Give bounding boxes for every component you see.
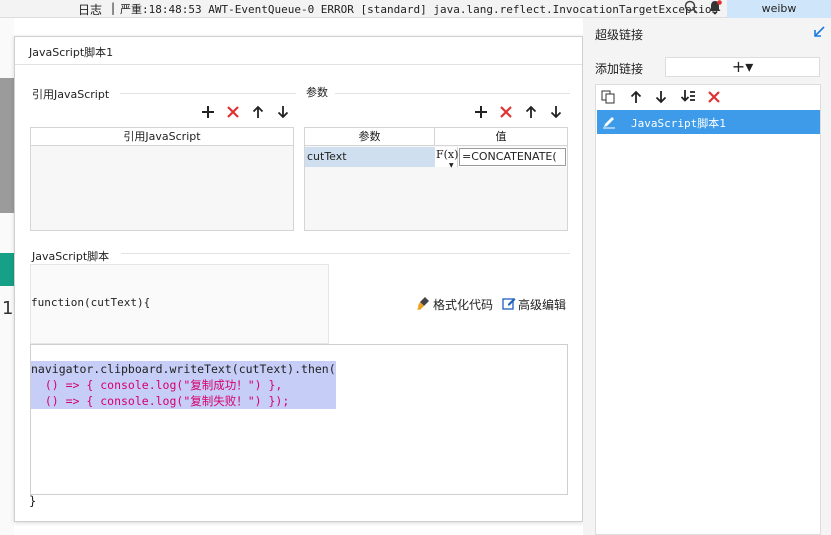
script-section-label: JavaScript脚本 — [32, 250, 110, 263]
delete-icon[interactable] — [225, 105, 241, 121]
format-code-button[interactable]: 格式化代码 — [433, 296, 493, 313]
params-col-name[interactable]: 参数 — [305, 128, 435, 146]
separator: | — [111, 1, 116, 15]
params-section-label: 参数 — [306, 86, 328, 99]
list-move-down-icon[interactable] — [654, 90, 668, 107]
code-line-2: () => { console.log("复制成功！") }, — [31, 377, 336, 393]
background-row-number: 1 — [2, 298, 14, 319]
user-name[interactable]: weibw — [727, 0, 831, 18]
param-move-down-icon[interactable] — [548, 105, 564, 121]
background-editor: 1 — [0, 18, 14, 535]
collapse-icon[interactable] — [813, 26, 825, 41]
dialog-title: JavaScript脚本1 — [29, 46, 114, 59]
edit-icon[interactable] — [502, 296, 516, 313]
pencil-icon — [602, 115, 616, 132]
function-signature: function(cutText){ — [31, 296, 151, 309]
code-line-3: () => { console.log("复制失败！") }); — [31, 393, 336, 409]
code-line-2-text: () => { console.log("复制成功！") }, — [31, 378, 283, 392]
closing-brace: } — [29, 494, 37, 508]
ref-js-divider — [120, 93, 296, 94]
params-row[interactable]: cutText F(x) ▼ =CONCATENATE( — [305, 147, 567, 169]
background-panel — [0, 78, 14, 213]
list-item-label: JavaScript脚本1 — [631, 117, 726, 130]
log-label[interactable]: 日志 — [78, 1, 102, 18]
param-move-up-icon[interactable] — [523, 105, 539, 121]
code-line-1: navigator.clipboard.writeText(cutText).t… — [31, 361, 336, 377]
ref-js-table[interactable]: 引用JavaScript — [30, 127, 294, 231]
list-item[interactable]: JavaScript脚本1 — [597, 110, 820, 134]
error-message: 严重:18:48:53 AWT-EventQueue-0 ERROR [stan… — [120, 3, 719, 16]
params-col-value[interactable]: 值 — [435, 128, 567, 146]
ref-js-column-header[interactable]: 引用JavaScript — [31, 128, 293, 146]
advanced-edit-button[interactable]: 高级编辑 — [518, 296, 566, 313]
hyperlink-list[interactable]: JavaScript脚本1 — [595, 84, 821, 535]
copy-icon[interactable] — [601, 90, 615, 107]
brush-icon[interactable] — [416, 296, 430, 313]
hyperlink-panel: 超级链接 添加链接 +▾ JavaScript脚本1 — [583, 18, 831, 535]
formula-icon[interactable]: F(x) ▼ — [436, 147, 459, 169]
move-down-icon[interactable] — [275, 105, 291, 121]
move-up-icon[interactable] — [250, 105, 266, 121]
ref-js-section-label: 引用JavaScript — [32, 88, 110, 101]
code-line-1-text: navigator.clipboard.writeText(cutText).t… — [31, 362, 336, 376]
panel-title: 超级链接 — [595, 28, 644, 42]
javascript-dialog: JavaScript脚本1 引用JavaScript 引用JavaScript … — [14, 36, 583, 522]
add-icon[interactable] — [200, 105, 216, 121]
param-value-input[interactable]: =CONCATENATE( — [459, 148, 566, 166]
param-add-icon[interactable] — [473, 105, 489, 121]
script-divider — [121, 253, 570, 254]
background-header-cell — [0, 253, 14, 286]
params-divider — [335, 93, 570, 94]
add-link-button[interactable]: +▾ — [665, 57, 820, 77]
param-name-cell[interactable]: cutText — [305, 147, 435, 167]
add-link-label: 添加链接 — [595, 62, 644, 76]
title-divider — [15, 64, 582, 65]
params-table[interactable]: 参数 值 cutText F(x) ▼ =CONCATENATE( — [304, 127, 568, 231]
search-icon[interactable] — [684, 0, 698, 18]
list-delete-icon[interactable] — [707, 90, 721, 107]
code-editor[interactable]: navigator.clipboard.writeText(cutText).t… — [30, 344, 568, 495]
status-bar: 日志 | 严重:18:48:53 AWT-EventQueue-0 ERROR … — [0, 0, 831, 18]
formula-icon-label: F(x) — [436, 148, 459, 161]
list-move-up-icon[interactable] — [629, 90, 643, 107]
dropdown-caret-icon: ▼ — [449, 162, 454, 169]
param-delete-icon[interactable] — [498, 105, 514, 121]
move-to-bottom-icon[interactable] — [680, 89, 696, 108]
code-line-3-text: () => { console.log("复制失败！") }); — [31, 394, 290, 408]
bell-icon[interactable] — [708, 0, 722, 19]
